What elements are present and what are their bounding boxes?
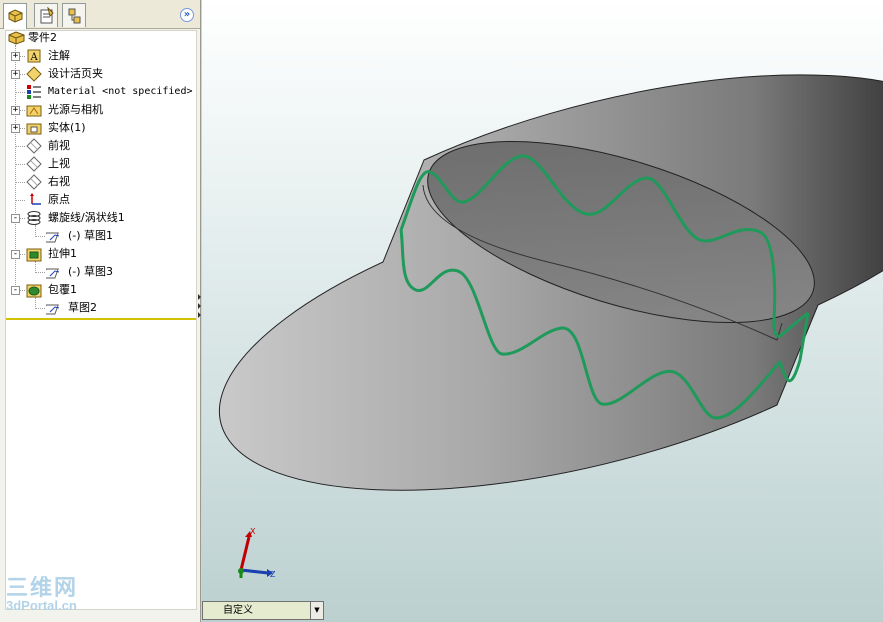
triad-x-label: X (250, 527, 256, 536)
tree-item[interactable]: Material <not specified> (6, 83, 196, 101)
view-orientation-select[interactable]: 自定义 ▼ (202, 601, 324, 620)
tree-root-part[interactable]: 零件2 (6, 29, 196, 47)
chevron-down-icon[interactable]: ▼ (310, 602, 323, 619)
svg-text:A: A (30, 52, 39, 63)
collapse-icon[interactable]: - (11, 286, 20, 295)
part-icon (8, 31, 25, 45)
tree-guide-line (35, 236, 45, 237)
wrap-icon (26, 284, 42, 298)
collapse-panel-button[interactable]: » (180, 8, 194, 22)
tree-guide-line (15, 164, 25, 165)
tree-item[interactable]: + 实体(1) (6, 119, 196, 137)
tree-item[interactable]: + A 注解 (6, 47, 196, 65)
tree-root-label: 零件2 (28, 31, 57, 44)
rollback-bar[interactable] (6, 318, 196, 320)
origin-icon (30, 193, 41, 205)
tree-item[interactable]: 原点 (6, 191, 196, 209)
sketch-icon (46, 232, 60, 243)
tree-item-label: 右视 (48, 175, 70, 188)
tree-item[interactable]: + 光源与相机 (6, 101, 196, 119)
watermark-en: 3dPortal.cn (6, 598, 77, 613)
tree-item-label: 上视 (48, 157, 70, 170)
feature-manager-icon (8, 9, 23, 23)
tree-item[interactable]: - 螺旋线/涡状线1 (6, 209, 196, 227)
tree-item-label: 设计活页夹 (48, 67, 103, 80)
expand-icon[interactable]: + (11, 124, 20, 133)
model-scene[interactable] (202, 0, 883, 622)
tree-guide-line (35, 272, 45, 273)
solid-bodies-icon (26, 123, 42, 135)
tree-guide-line (15, 182, 25, 183)
expand-icon[interactable]: + (11, 70, 20, 79)
tree-item[interactable]: 草图2 (6, 299, 196, 317)
property-manager-icon (40, 7, 54, 24)
plane-icon (26, 156, 42, 172)
tree-item-label: 包覆1 (48, 283, 77, 296)
feature-manager-panel: » 零件2 + A 注解 + 设计活页夹 Material <not specified>… (0, 0, 201, 622)
tree-item[interactable]: 前视 (6, 137, 196, 155)
view-orientation-value: 自定义 (223, 605, 253, 616)
sketch-icon (46, 304, 60, 315)
tree-guide-line (15, 200, 25, 201)
expand-icon[interactable]: + (11, 52, 20, 61)
tree-item-label: 光源与相机 (48, 103, 103, 116)
configuration-manager-tab[interactable] (62, 3, 86, 27)
tree-item[interactable]: - 包覆1 (6, 281, 196, 299)
tree-item[interactable]: - 拉伸1 (6, 245, 196, 263)
annotations-icon: A (27, 49, 41, 63)
tree-item-label: (-) 草图3 (68, 265, 114, 278)
manager-tab-strip: » (0, 0, 200, 29)
tree-item-label: 注解 (48, 49, 70, 62)
sketch-icon (46, 268, 60, 279)
tree-item-label: 前视 (48, 139, 70, 152)
property-manager-tab[interactable] (34, 3, 58, 27)
tree-item-label: 实体(1) (48, 121, 86, 134)
tree-item-label: 拉伸1 (48, 247, 77, 260)
feature-manager-tab[interactable] (3, 3, 27, 29)
expand-icon[interactable]: + (11, 106, 20, 115)
tree-item-label: 草图2 (68, 301, 97, 314)
tree-item[interactable]: 上视 (6, 155, 196, 173)
coordinate-triad-icon: X Z (238, 527, 276, 579)
collapse-icon[interactable]: - (11, 250, 20, 259)
collapse-icon[interactable]: - (11, 214, 20, 223)
tree-item[interactable]: 右视 (6, 173, 196, 191)
tree-item-label: 螺旋线/涡状线1 (48, 211, 125, 224)
helix-icon (27, 211, 41, 225)
design-binder-icon (26, 66, 42, 82)
configuration-manager-icon (68, 8, 81, 24)
graphics-viewport[interactable]: X Z 自定义 ▼ (202, 0, 883, 622)
feature-tree: 零件2 + A 注解 + 设计活页夹 Material <not specified> + 光… (5, 30, 197, 610)
tree-item[interactable]: (-) 草图1 (6, 227, 196, 245)
plane-icon (26, 174, 42, 190)
tree-item-label: 原点 (48, 193, 70, 206)
tree-guide-line (35, 308, 45, 309)
extrude-icon (26, 248, 42, 262)
watermark-logo: 三维网 3dPortal.cn (6, 570, 78, 613)
cylinder-body[interactable] (218, 74, 883, 491)
tree-guide-line (15, 146, 25, 147)
plane-icon (26, 138, 42, 154)
lights-cameras-icon (26, 105, 42, 117)
tree-guide-line (15, 92, 25, 93)
tree-item-label: (-) 草图1 (68, 229, 114, 242)
tree-item[interactable]: + 设计活页夹 (6, 65, 196, 83)
material-icon (27, 85, 41, 99)
tree-item[interactable]: (-) 草图3 (6, 263, 196, 281)
tree-item-label: Material <not specified> (48, 86, 193, 97)
triad-z-label: Z (270, 570, 276, 579)
